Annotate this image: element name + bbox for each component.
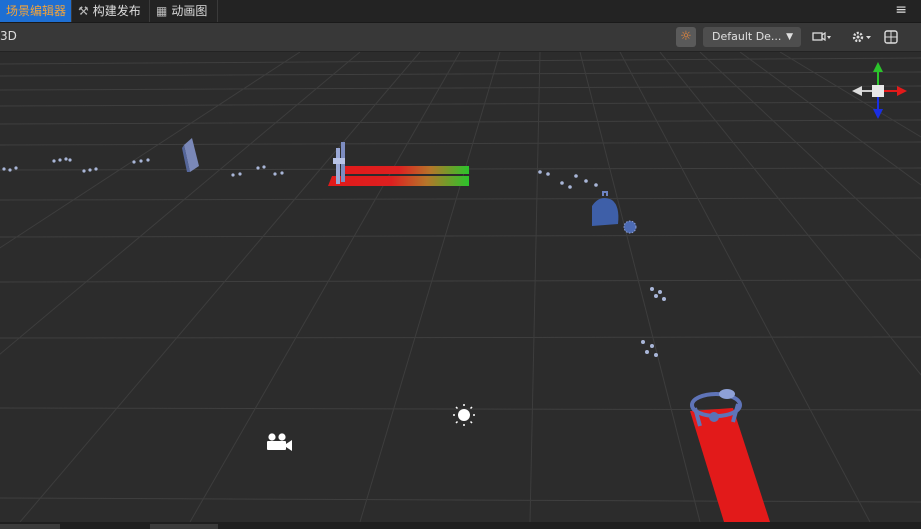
sun-icon[interactable]: ☼ — [676, 27, 696, 47]
tab-build-publish[interactable]: ⚒ 构建发布 — [72, 0, 150, 22]
scroll-segment[interactable] — [150, 524, 218, 529]
tab-label: 构建发布 — [92, 4, 141, 18]
hoop-model[interactable] — [690, 389, 742, 427]
chevron-down-icon: ▼ — [786, 32, 793, 42]
tab-bar: 场景编辑器 ⚒ 构建发布 ▦ 动画图 ≡ — [0, 0, 921, 23]
scroll-segment[interactable] — [0, 524, 60, 529]
scene-viewport[interactable] — [0, 52, 921, 522]
camera-dropdown-value: Default De... — [712, 30, 782, 43]
tab-scene-editor[interactable]: 场景编辑器 — [0, 0, 72, 22]
video-camera-icon[interactable] — [811, 27, 833, 47]
hammer-icon: ⚒ — [78, 4, 89, 18]
orientation-gizmo[interactable] — [852, 62, 907, 119]
z-axis-arrow-icon — [873, 109, 883, 119]
x-axis-arrow-icon — [897, 86, 907, 96]
gear-icon[interactable] — [850, 27, 874, 47]
animation-icon: ▦ — [156, 4, 168, 18]
red-green-axis-bar[interactable] — [328, 166, 469, 186]
video-camera-icon[interactable] — [267, 433, 292, 451]
camera-dropdown[interactable]: Default De... ▼ — [703, 27, 801, 47]
tab-label: 动画图 — [171, 4, 208, 18]
hamburger-menu-button[interactable]: ≡ — [895, 0, 907, 22]
y-axis-arrow-icon — [873, 62, 883, 72]
tab-label: 场景编辑器 — [6, 4, 67, 18]
red-path-bar[interactable] — [690, 408, 770, 522]
view-mode-toggle[interactable]: 3D — [0, 29, 17, 43]
scene-toolbar: 3D ☼ Default De... ▼ — [0, 23, 921, 52]
tab-animation-graph[interactable]: ▦ 动画图 — [150, 0, 218, 22]
scene-grid — [0, 52, 921, 522]
vertex-markers — [2, 157, 666, 357]
grid-icon[interactable] — [883, 27, 899, 47]
wall-model-left[interactable] — [182, 138, 199, 172]
sun-light-icon[interactable] — [453, 404, 475, 426]
bottom-scrollbar — [0, 522, 921, 529]
